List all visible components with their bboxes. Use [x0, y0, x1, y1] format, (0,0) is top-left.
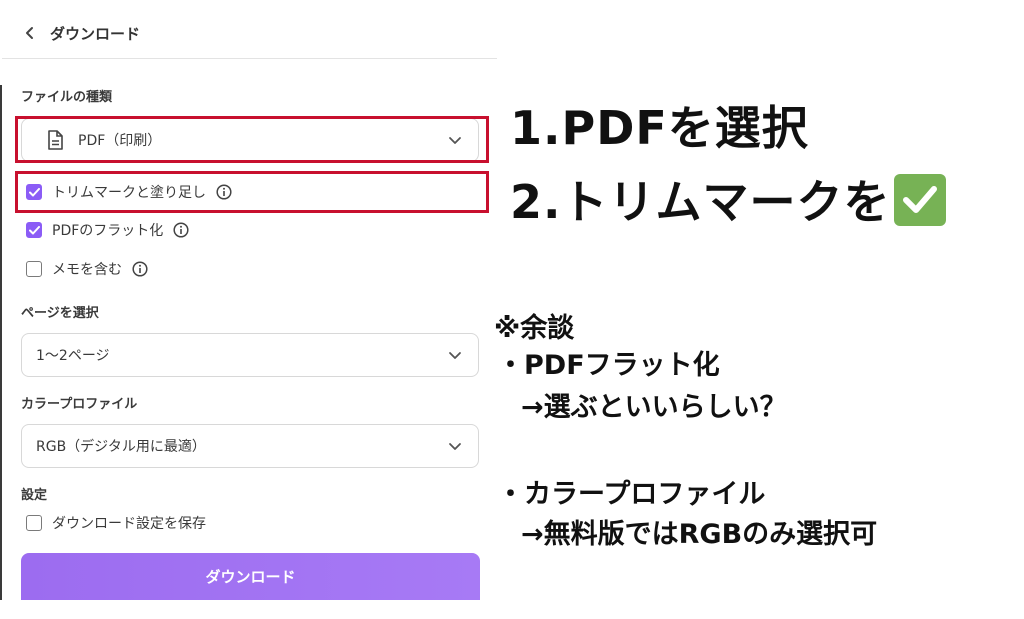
pages-value: 1〜2ページ	[36, 348, 110, 364]
pages-select[interactable]: 1〜2ページ	[21, 333, 479, 377]
color-profile-label: カラープロファイル	[21, 397, 138, 412]
flatten-pdf-checkbox[interactable]	[26, 222, 42, 238]
highlight-trim-marks	[15, 171, 489, 213]
include-notes-label: メモを含む	[52, 262, 122, 278]
annotation-note-title: ※余談	[494, 313, 575, 344]
option-flatten-pdf[interactable]: PDFのフラット化	[26, 219, 189, 241]
header-divider	[2, 58, 497, 59]
chevron-down-icon	[448, 439, 462, 453]
annotation-step2-text: 2.トリムマークを	[510, 175, 891, 229]
annotation-step1: 1.PDFを選択	[510, 101, 809, 155]
panel-edge	[0, 85, 2, 600]
annotation-step2: 2.トリムマークを	[510, 166, 947, 232]
annotation-note2: ・カラープロファイル	[497, 479, 766, 510]
include-notes-checkbox[interactable]	[26, 261, 42, 277]
pages-label: ページを選択	[21, 306, 99, 321]
save-settings-checkbox[interactable]	[26, 515, 42, 531]
flatten-pdf-label: PDFのフラット化	[52, 223, 164, 239]
annotation-note2-sub: →無料版ではRGBのみ選択可	[521, 519, 878, 550]
option-include-notes[interactable]: メモを含む	[26, 258, 148, 280]
option-save-settings[interactable]: ダウンロード設定を保存	[26, 512, 206, 534]
info-icon[interactable]	[173, 222, 189, 238]
color-profile-select[interactable]: RGB（デジタル用に最適）	[21, 424, 479, 468]
color-profile-value: RGB（デジタル用に最適）	[36, 439, 206, 455]
download-button[interactable]: ダウンロード	[21, 553, 480, 600]
download-panel: ダウンロード ファイルの種類 PDF（印刷） トリムマークと塗り足し PDFのフ…	[0, 0, 497, 600]
panel-title: ダウンロード	[50, 24, 141, 43]
check-mark-icon	[894, 173, 947, 226]
annotation-note1-sub: →選ぶといいらしい？	[521, 392, 787, 423]
info-icon[interactable]	[132, 261, 148, 277]
chevron-left-icon[interactable]	[22, 25, 38, 41]
chevron-down-icon	[448, 348, 462, 362]
file-type-label: ファイルの種類	[21, 90, 113, 105]
annotation-note1: ・PDFフラット化	[497, 350, 720, 381]
panel-header: ダウンロード	[22, 20, 140, 46]
settings-label: 設定	[21, 488, 48, 503]
highlight-file-type	[15, 116, 489, 163]
save-settings-label: ダウンロード設定を保存	[52, 516, 206, 532]
